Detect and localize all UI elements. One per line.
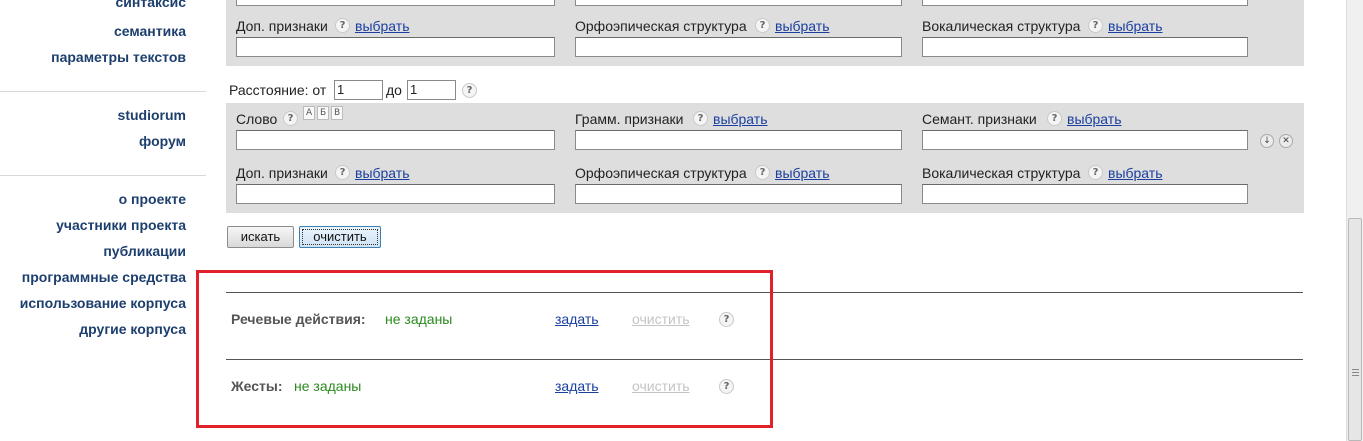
sidebar-divider [0,175,206,176]
gram-input[interactable] [575,130,902,150]
sidebar-link-other-corpora[interactable]: другие корпуса [79,321,186,337]
scrollbar-thumb[interactable] [1348,218,1362,441]
sidebar-link-corpus-usage[interactable]: использование корпуса [20,295,186,311]
orthoepic-structure-label: Орфоэпическая структура [575,18,747,34]
sidebar-divider [0,91,206,92]
distance-from-input[interactable]: 1 [334,80,383,100]
gram-features-label: Грамм. признаки [575,111,684,127]
help-icon[interactable]: ? [1088,165,1103,180]
sem-features-label: Семант. признаки [922,111,1037,127]
sidebar-link-semantics[interactable]: семантика [114,23,186,39]
sidebar-link-software[interactable]: программные средства [22,269,186,285]
add-features-input[interactable] [236,184,555,204]
vocalic-structure-label: Вокалическая структура [922,165,1081,181]
sidebar-link-participants[interactable]: участники проекта [56,217,186,233]
help-icon[interactable]: ? [335,165,350,180]
keyboard-key-b[interactable]: Б [317,106,330,120]
distance-to-input[interactable]: 1 [407,80,456,100]
sidebar-link-syntax[interactable]: синтаксис [116,0,187,10]
distance-to-label: до [386,82,402,98]
add-features-label: Доп. признаки [236,165,328,181]
help-icon[interactable]: ? [462,83,477,98]
keyboard-key-v[interactable]: В [331,106,344,120]
prev-sem-input[interactable] [922,0,1248,6]
sidebar-link-forum[interactable]: форум [139,133,186,149]
help-icon[interactable]: ? [283,111,298,126]
keyboard-key-a[interactable]: А [303,106,316,120]
scrollbar-grip-line [1352,372,1359,373]
highlight-box [196,270,773,428]
prev-word-input[interactable] [236,0,555,6]
orthoepic-input[interactable] [575,37,902,57]
vocalic-choose-link[interactable]: выбрать [1108,18,1163,34]
help-icon[interactable]: ? [335,18,350,33]
sidebar-link-publications[interactable]: публикации [103,243,186,259]
prev-gram-input[interactable] [575,0,902,6]
word-label: Слово [236,111,278,127]
sem-input[interactable] [922,130,1248,150]
word-input[interactable] [236,130,555,150]
clear-button[interactable]: очистить [299,226,381,248]
orthoepic-structure-label: Орфоэпическая структура [575,165,747,181]
sidebar-link-about[interactable]: о проекте [119,191,186,207]
orthoepic-choose-link[interactable]: выбрать [775,18,830,34]
move-down-icon[interactable]: ↓ [1260,134,1274,148]
close-icon[interactable]: ✕ [1279,134,1293,148]
vocalic-input[interactable] [922,184,1248,204]
search-button[interactable]: искать [227,226,294,248]
help-icon[interactable]: ? [1088,18,1103,33]
scrollbar-grip-line [1352,369,1359,370]
help-icon[interactable]: ? [693,111,708,126]
add-features-choose-link[interactable]: выбрать [355,165,410,181]
vocalic-input[interactable] [922,37,1248,57]
add-features-label: Доп. признаки [236,18,328,34]
gram-choose-link[interactable]: выбрать [713,111,768,127]
scrollbar-grip-line [1352,375,1359,376]
help-icon[interactable]: ? [755,165,770,180]
add-features-choose-link[interactable]: выбрать [355,18,410,34]
sidebar-link-text-params[interactable]: параметры текстов [51,49,186,65]
vocalic-choose-link[interactable]: выбрать [1108,165,1163,181]
sem-choose-link[interactable]: выбрать [1067,111,1122,127]
sidebar-link-studiorum[interactable]: studiorum [118,107,186,123]
orthoepic-choose-link[interactable]: выбрать [775,165,830,181]
vocalic-structure-label: Вокалическая структура [922,18,1081,34]
scrollbar[interactable] [1346,0,1363,441]
distance-label: Расстояние: от [229,82,327,98]
help-icon[interactable]: ? [1047,111,1062,126]
help-icon[interactable]: ? [755,18,770,33]
add-features-input[interactable] [236,37,555,57]
orthoepic-input[interactable] [575,184,902,204]
